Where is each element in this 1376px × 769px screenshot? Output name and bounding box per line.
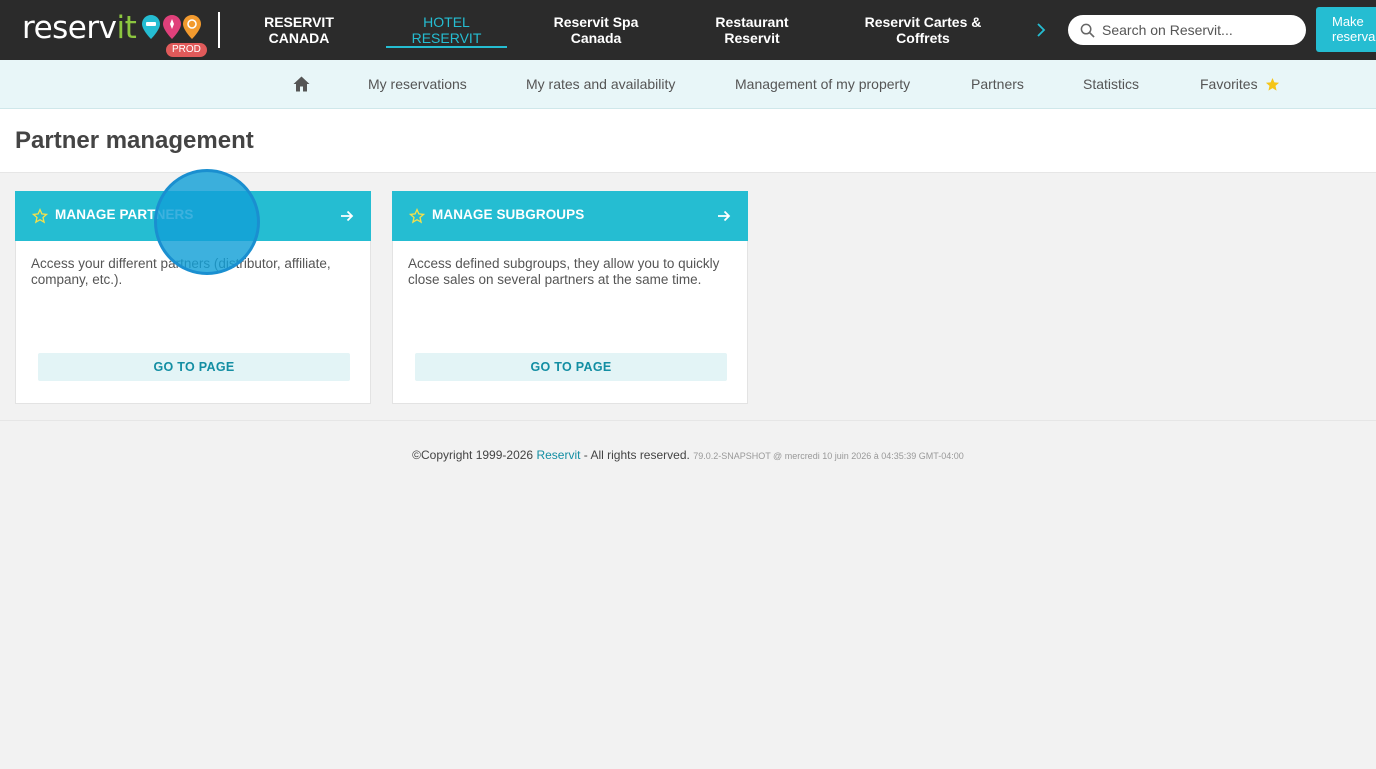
tab-restaurant-reservit[interactable]: Restaurant Reservit [704,0,800,60]
page-title: Partner management [15,127,254,154]
top-bar: reservit PROD RESERVIT CANADA HOTEL RESE… [0,0,1376,60]
logo-text: reservit [22,10,137,46]
go-to-page-button[interactable]: GO TO PAGE [38,353,350,381]
nav-management-of-my-property[interactable]: Management of my property [735,60,910,108]
restaurant-pin-icon [183,15,201,39]
nav-favorites[interactable]: Favorites [1200,60,1280,108]
favorite-star-icon[interactable] [409,208,425,224]
manage-subgroups-card-header[interactable]: MANAGE SUBGROUPS [392,191,748,241]
bed-pin-icon [142,15,160,39]
tab-reservit-spa-canada[interactable]: Reservit Spa Canada [545,0,647,60]
go-to-page-button[interactable]: GO TO PAGE [415,353,727,381]
arrow-right-icon[interactable] [340,209,354,223]
manage-subgroups-card: MANAGE SUBGROUPS Access defined subgroup… [392,191,748,404]
chevron-right-icon[interactable] [1036,18,1050,42]
tab-reservit-canada[interactable]: RESERVIT CANADA [250,0,348,60]
footer-rights: - All rights reserved. [583,448,690,462]
search-icon [1080,23,1095,38]
arrow-right-icon[interactable] [717,209,731,223]
search-input[interactable] [1102,22,1292,38]
reservit-logo[interactable]: reservit PROD [22,10,212,58]
spa-pin-icon [163,15,181,39]
nav-statistics[interactable]: Statistics [1083,60,1139,108]
footer-divider [0,420,1376,421]
home-icon[interactable] [293,60,310,108]
nav-partners[interactable]: Partners [971,60,1024,108]
card-title: MANAGE SUBGROUPS [432,207,585,222]
env-badge: PROD [166,43,207,57]
tab-reservit-cartes-coffrets[interactable]: Reservit Cartes & Coffrets [860,0,986,60]
favorite-star-icon[interactable] [32,208,48,224]
footer-reservit-link[interactable]: Reservit [536,448,580,462]
footer-version: 79.0.2-SNAPSHOT @ mercredi 10 juin 2026 … [693,451,964,461]
touch-indicator [154,169,260,275]
logo-divider [218,12,220,48]
sub-navigation: My reservations My rates and availabilit… [0,60,1376,109]
star-icon [1265,77,1280,92]
search-box[interactable] [1068,15,1306,45]
nav-my-reservations[interactable]: My reservations [368,60,467,108]
nav-my-rates-and-availability[interactable]: My rates and availability [526,60,675,108]
page-header: Partner management [0,109,1376,173]
nav-favorites-label: Favorites [1200,76,1258,92]
footer-copyright: ©Copyright 1999-2026 [412,448,534,462]
make-reservation-button[interactable]: Make reserva [1316,7,1376,52]
tab-hotel-reservit[interactable]: HOTEL RESERVIT [386,0,507,60]
card-description: Access defined subgroups, they allow you… [408,256,720,287]
footer: ©Copyright 1999-2026 Reservit - All righ… [0,448,1376,462]
